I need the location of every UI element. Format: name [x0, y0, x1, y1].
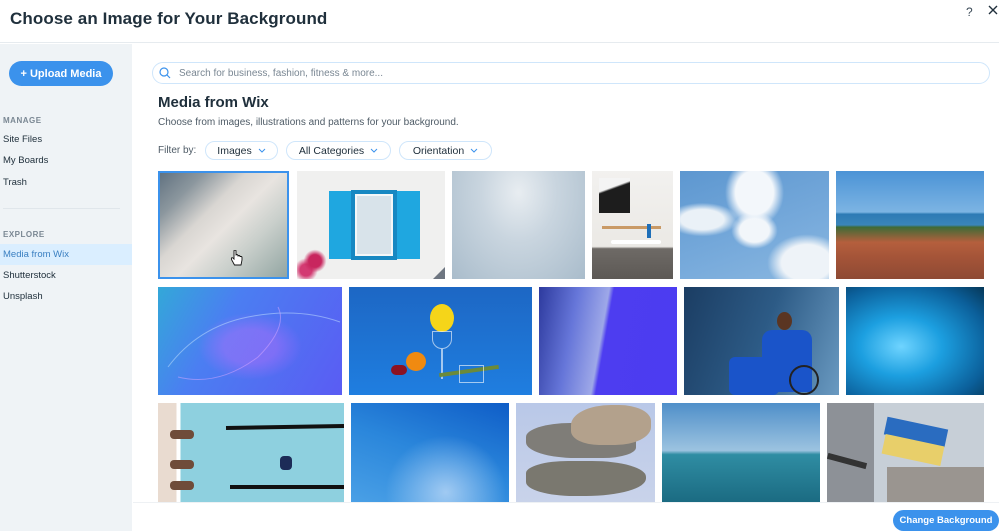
- filter-value: All Categories: [298, 144, 365, 157]
- sidebar-item-label: Trash: [3, 177, 27, 188]
- sidebar-item-unsplash[interactable]: Unsplash: [0, 286, 132, 307]
- image-tile-blue-shutter-window[interactable]: [297, 171, 445, 279]
- image-tile-blue-sky-wisps[interactable]: [351, 403, 509, 502]
- upload-media-button[interactable]: + Upload Media: [9, 61, 113, 86]
- image-tile-man-in-wheelchair[interactable]: [684, 287, 839, 395]
- chevron-down-icon: [470, 148, 478, 153]
- filter-value: Images: [217, 144, 252, 157]
- sidebar-item-label: Shutterstock: [3, 270, 56, 281]
- image-tile-minimal-interior[interactable]: [592, 171, 673, 279]
- sidebar: + Upload Media MANAGE Site Files My Boar…: [0, 44, 132, 531]
- filter-value: Orientation: [412, 144, 465, 157]
- dialog-title: Choose an Image for Your Background: [10, 9, 328, 28]
- image-tile-rock-reflection[interactable]: [516, 403, 655, 502]
- image-tile-blue-fabric-curve[interactable]: [539, 287, 677, 395]
- chevron-down-icon: [370, 148, 378, 153]
- sidebar-item-media-from-wix[interactable]: Media from Wix: [0, 244, 132, 265]
- chevron-down-icon: [258, 148, 266, 153]
- image-tile-ukraine-flag[interactable]: [827, 403, 984, 502]
- sidebar-item-label: Site Files: [3, 134, 43, 145]
- help-icon[interactable]: ?: [966, 5, 973, 19]
- image-tile-purple-wave-abstract[interactable]: [158, 287, 342, 395]
- sidebar-item-trash[interactable]: Trash: [0, 172, 132, 193]
- filter-orientation-dropdown[interactable]: Orientation: [399, 141, 492, 160]
- filter-type-dropdown[interactable]: Images: [205, 141, 278, 160]
- sidebar-item-site-files[interactable]: Site Files: [0, 129, 132, 150]
- page-title: Media from Wix: [158, 94, 269, 111]
- page-subtitle: Choose from images, illustrations and pa…: [158, 117, 459, 128]
- filter-label: Filter by:: [158, 145, 197, 156]
- search-bar: [152, 62, 990, 84]
- sidebar-item-label: My Boards: [3, 155, 49, 166]
- image-tile-white-crystals[interactable]: [452, 171, 585, 279]
- image-tile-sky-clouds[interactable]: [680, 171, 829, 279]
- explore-section-title: EXPLORE: [3, 230, 45, 239]
- hand-cursor-icon: [230, 250, 243, 266]
- sidebar-item-label: Unsplash: [3, 291, 43, 302]
- image-tile-lemon-glass-still-life[interactable]: [349, 287, 532, 395]
- filter-categories-dropdown[interactable]: All Categories: [286, 141, 391, 160]
- wave-lines: [167, 306, 341, 380]
- sidebar-item-shutterstock[interactable]: Shutterstock: [0, 265, 132, 286]
- image-tile-swimming-pool-kids[interactable]: [158, 403, 344, 502]
- sidebar-item-label: Media from Wix: [3, 249, 69, 260]
- image-tile-blurred-light-abstract[interactable]: [158, 171, 289, 279]
- search-input[interactable]: [179, 67, 959, 79]
- change-background-button[interactable]: Change Background: [893, 510, 999, 531]
- search-icon: [159, 67, 171, 79]
- image-tile-blue-water-ripples[interactable]: [846, 287, 984, 395]
- sidebar-item-my-boards[interactable]: My Boards: [0, 150, 132, 171]
- close-icon[interactable]: [986, 3, 999, 17]
- sidebar-divider: [3, 208, 120, 209]
- manage-section-title: MANAGE: [3, 116, 42, 125]
- dialog-header: Choose an Image for Your Background ?: [0, 0, 999, 43]
- image-tile-calm-sea-horizon[interactable]: [662, 403, 820, 502]
- image-tile-coastal-town-rooftops[interactable]: [836, 171, 984, 279]
- footer-bar: [133, 502, 999, 531]
